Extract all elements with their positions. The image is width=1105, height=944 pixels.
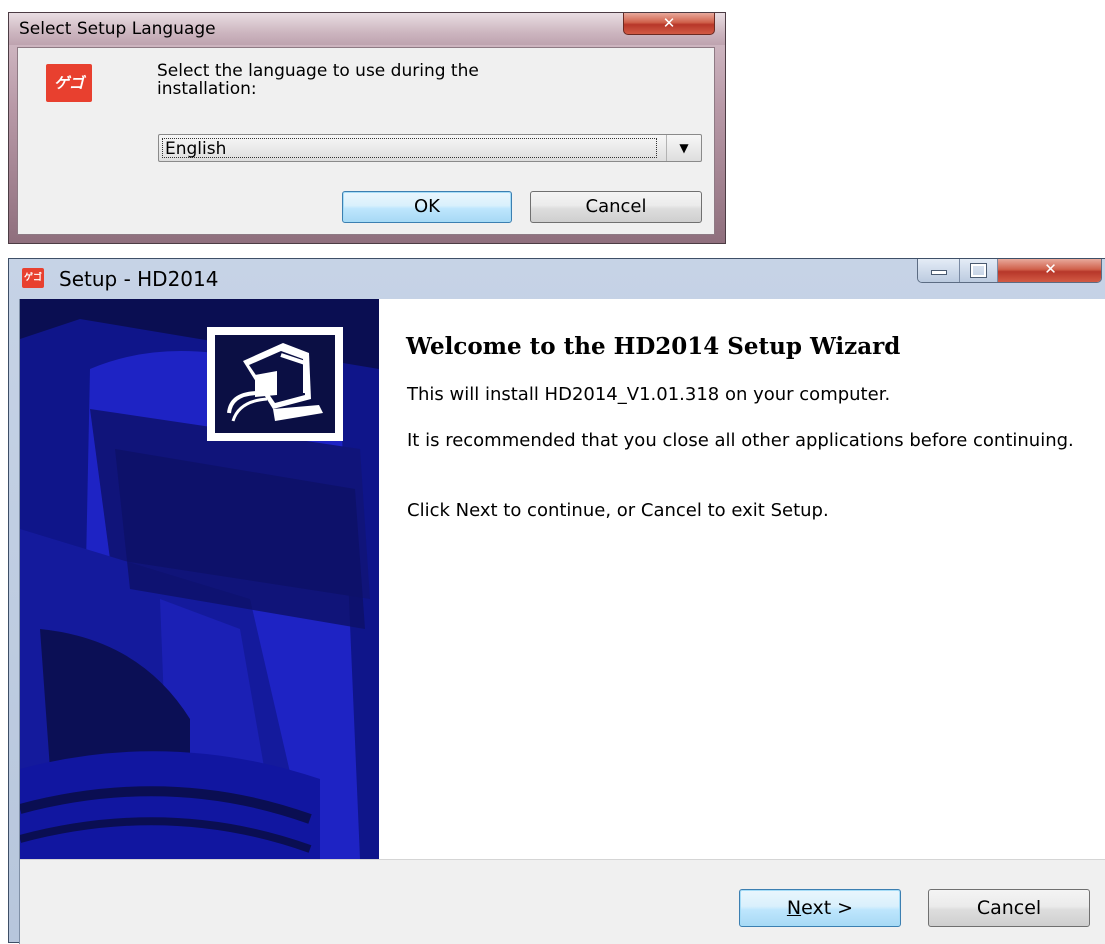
chevron-down-icon[interactable]: ▼ (666, 135, 701, 161)
next-label: ext > (801, 897, 854, 919)
minimize-icon (930, 270, 947, 275)
setup-product-image (207, 327, 343, 441)
wizard-body: Welcome to the HD2014 Setup Wizard This … (19, 299, 1105, 944)
language-dialog: Select Setup Language ✕ ゲゴ Select the la… (8, 12, 726, 244)
install-info-text: This will install HD2014_V1.01.318 on yo… (407, 384, 891, 405)
setup-wizard-window: ゲゴ Setup - HD2014 ✕ Welcome to the HD201… (8, 258, 1105, 944)
wizard-side-banner (20, 299, 379, 859)
close-icon: ✕ (662, 14, 676, 32)
app-icon: ゲゴ (22, 268, 44, 288)
app-icon-text: ゲゴ (23, 273, 42, 283)
language-prompt: Select the language to use during the in… (157, 61, 479, 99)
next-mnemonic: N (786, 897, 802, 919)
close-icon: ✕ (1044, 260, 1057, 278)
wizard-cancel-button[interactable]: Cancel (928, 889, 1090, 927)
close-apps-text: It is recommended that you close all oth… (407, 430, 1074, 451)
wizard-titlebar[interactable]: ゲゴ Setup - HD2014 ✕ (9, 259, 1105, 299)
language-dialog-close-button[interactable]: ✕ (623, 13, 715, 35)
welcome-heading: Welcome to the HD2014 Setup Wizard (406, 333, 901, 360)
language-select-value: English (162, 138, 657, 159)
language-dialog-body: ゲゴ Select the language to use during the… (17, 47, 715, 235)
minimize-button[interactable] (918, 259, 960, 282)
maximize-icon (970, 263, 987, 278)
wizard-button-bar: Next > Cancel (20, 859, 1105, 944)
next-button[interactable]: Next > (739, 889, 901, 927)
ok-button[interactable]: OK (342, 191, 512, 223)
language-select[interactable]: English ▼ (158, 134, 702, 162)
setup-logo-text: ゲゴ (53, 74, 84, 92)
continue-instructions-text: Click Next to continue, or Cancel to exi… (407, 500, 829, 521)
maximize-button[interactable] (960, 259, 998, 282)
language-dialog-titlebar[interactable]: Select Setup Language ✕ (9, 13, 725, 45)
wizard-close-button[interactable]: ✕ (998, 259, 1101, 282)
setup-logo-icon: ゲゴ (46, 64, 92, 102)
language-cancel-button[interactable]: Cancel (530, 191, 702, 223)
caption-buttons: ✕ (917, 259, 1102, 283)
wizard-title: Setup - HD2014 (59, 267, 219, 291)
computer-icon (215, 335, 335, 433)
language-dialog-title: Select Setup Language (19, 19, 216, 39)
